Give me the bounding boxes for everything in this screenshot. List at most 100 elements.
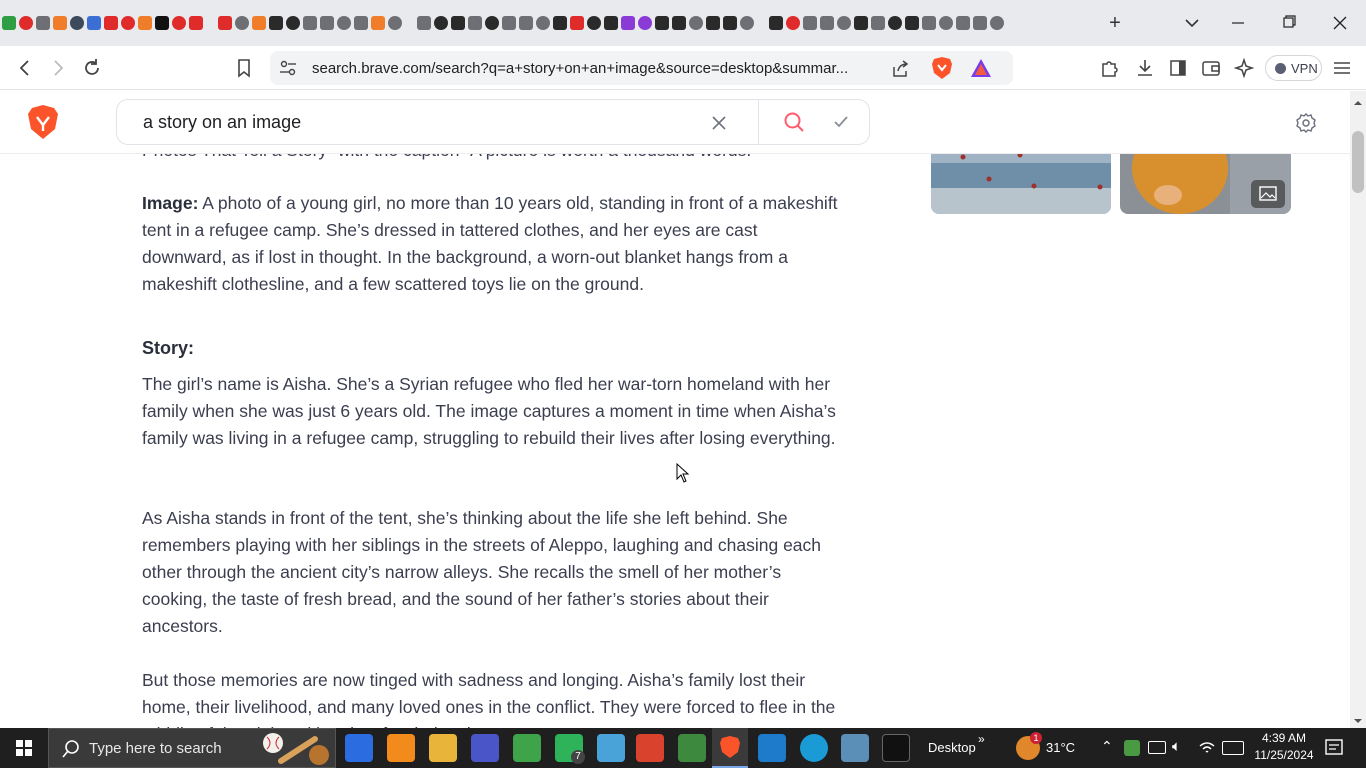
tab-favicon-icon[interactable] <box>820 16 834 30</box>
tab-favicon-icon[interactable] <box>553 16 567 30</box>
tab-favicon-icon[interactable] <box>723 16 737 30</box>
tray-overflow-chevron-icon[interactable]: ⌃ <box>1101 738 1113 755</box>
extensions-icon[interactable] <box>1096 54 1124 82</box>
tab-favicon-icon[interactable] <box>519 16 533 30</box>
tab-favicon-icon[interactable] <box>922 16 936 30</box>
tab-favicon-icon[interactable] <box>803 16 817 30</box>
taskbar-app-icon[interactable] <box>513 734 541 762</box>
scroll-thumb[interactable] <box>1352 131 1364 193</box>
battery-icon[interactable] <box>1148 741 1166 754</box>
tab-favicon-icon[interactable] <box>621 16 635 30</box>
tab-favicon-icon[interactable] <box>502 16 516 30</box>
tab-favicon-icon[interactable] <box>252 16 266 30</box>
tab-favicon-icon[interactable] <box>570 16 584 30</box>
sidebar-icon[interactable] <box>1164 54 1192 82</box>
tab-favicon-icon[interactable] <box>172 16 186 30</box>
taskbar-vscode-icon[interactable] <box>758 734 786 762</box>
taskbar-file-explorer-icon[interactable] <box>429 734 457 762</box>
weather-temperature[interactable]: 31°C <box>1046 740 1075 755</box>
tab-favicon-icon[interactable] <box>956 16 970 30</box>
vpn-button[interactable]: VPN <box>1265 55 1322 81</box>
taskbar-app-icon[interactable] <box>678 734 706 762</box>
notification-center-icon[interactable] <box>1325 739 1343 762</box>
volume-icon[interactable]: 🔈︎ <box>1172 738 1181 755</box>
tab-favicon-icon[interactable] <box>451 16 465 30</box>
desktop-toolbar-label[interactable]: Desktop <box>928 740 976 755</box>
tab-favicon-icon[interactable] <box>53 16 67 30</box>
tab-favicon-icon[interactable] <box>655 16 669 30</box>
tab-favicon-icon[interactable] <box>434 16 448 30</box>
search-box[interactable]: a story on an image <box>116 99 870 145</box>
tab-favicon-icon[interactable] <box>36 16 50 30</box>
taskbar-brave-button[interactable] <box>712 728 748 768</box>
clear-search-icon[interactable] <box>709 113 729 138</box>
search-icon[interactable] <box>783 111 805 138</box>
brave-rewards-icon[interactable] <box>970 57 992 84</box>
tab-favicon-icon[interactable] <box>70 16 84 30</box>
clock-time[interactable]: 4:39 AM <box>1259 731 1309 745</box>
checkmark-icon[interactable] <box>831 112 851 137</box>
search-query-input[interactable]: a story on an image <box>143 112 301 133</box>
taskbar-mail-icon[interactable] <box>471 734 499 762</box>
taskbar-edge-icon[interactable] <box>800 734 828 762</box>
tab-favicon-icon[interactable] <box>388 16 402 30</box>
tab-favicon-icon[interactable] <box>973 16 987 30</box>
page-scrollbar[interactable] <box>1350 91 1366 728</box>
tab-favicon-icon[interactable] <box>337 16 351 30</box>
tab-favicon-icon[interactable] <box>672 16 686 30</box>
start-button[interactable] <box>0 728 48 768</box>
tab-favicon-icon[interactable] <box>888 16 902 30</box>
image-gallery-icon[interactable] <box>1251 180 1285 208</box>
share-icon[interactable] <box>890 59 910 84</box>
downloads-icon[interactable] <box>1131 54 1159 82</box>
taskbar-search-app-icon[interactable] <box>387 734 415 762</box>
taskbar-vector-app-icon[interactable] <box>597 734 625 762</box>
tab-favicon-icon[interactable] <box>587 16 601 30</box>
tab-favicon-icon[interactable] <box>320 16 334 30</box>
wifi-icon[interactable] <box>1198 740 1216 761</box>
taskbar-whatsapp-icon[interactable]: 7 <box>555 734 585 764</box>
tab-favicon-icon[interactable] <box>303 16 317 30</box>
tab-favicon-icon[interactable] <box>871 16 885 30</box>
tab-favicon-icon[interactable] <box>371 16 385 30</box>
tab-favicon-icon[interactable] <box>536 16 550 30</box>
tab-favicon-icon[interactable] <box>138 16 152 30</box>
clock-date[interactable]: 11/25/2024 <box>1252 748 1316 762</box>
leo-ai-icon[interactable] <box>1231 54 1259 82</box>
tab-favicon-icon[interactable] <box>354 16 368 30</box>
site-info-icon[interactable] <box>278 59 298 82</box>
tab-favicon-icon[interactable] <box>19 16 33 30</box>
tab-favicon-icon[interactable] <box>837 16 851 30</box>
tab-favicon-icon[interactable] <box>121 16 135 30</box>
scroll-down-arrow-icon[interactable] <box>1353 713 1363 723</box>
tab-favicon-icon[interactable] <box>286 16 300 30</box>
tab-favicon-icon[interactable] <box>2 16 16 30</box>
taskbar-search-box[interactable]: Type here to search <box>48 728 336 768</box>
close-window-button[interactable] <box>1322 8 1358 38</box>
desktop-toolbar-chevron-icon[interactable]: » <box>978 732 985 746</box>
tab-favicon-icon[interactable] <box>87 16 101 30</box>
tray-app-icon[interactable] <box>1124 740 1140 756</box>
minimize-button[interactable] <box>1220 8 1256 38</box>
tab-favicon-icon[interactable] <box>706 16 720 30</box>
tab-favicon-icon[interactable] <box>689 16 703 30</box>
tab-favicon-icon[interactable] <box>990 16 1004 30</box>
tab-favicon-icon[interactable] <box>218 16 232 30</box>
back-button[interactable] <box>11 54 39 82</box>
tab-favicon-icon[interactable] <box>468 16 482 30</box>
tab-favicon-icon[interactable] <box>769 16 783 30</box>
tab-favicon-icon[interactable] <box>786 16 800 30</box>
tab-favicon-icon[interactable] <box>485 16 499 30</box>
tab-favicon-icon[interactable] <box>638 16 652 30</box>
tab-favicons[interactable] <box>2 13 1007 33</box>
taskbar-app-icon[interactable] <box>636 734 664 762</box>
wallet-icon[interactable] <box>1197 54 1225 82</box>
tab-favicon-icon[interactable] <box>854 16 868 30</box>
menu-icon[interactable] <box>1328 54 1356 82</box>
bookmark-icon[interactable] <box>230 54 258 82</box>
tab-favicon-icon[interactable] <box>235 16 249 30</box>
tab-favicon-icon[interactable] <box>905 16 919 30</box>
new-tab-button[interactable]: + <box>1103 11 1127 35</box>
reload-button[interactable] <box>78 54 106 82</box>
tab-favicon-icon[interactable] <box>417 16 431 30</box>
